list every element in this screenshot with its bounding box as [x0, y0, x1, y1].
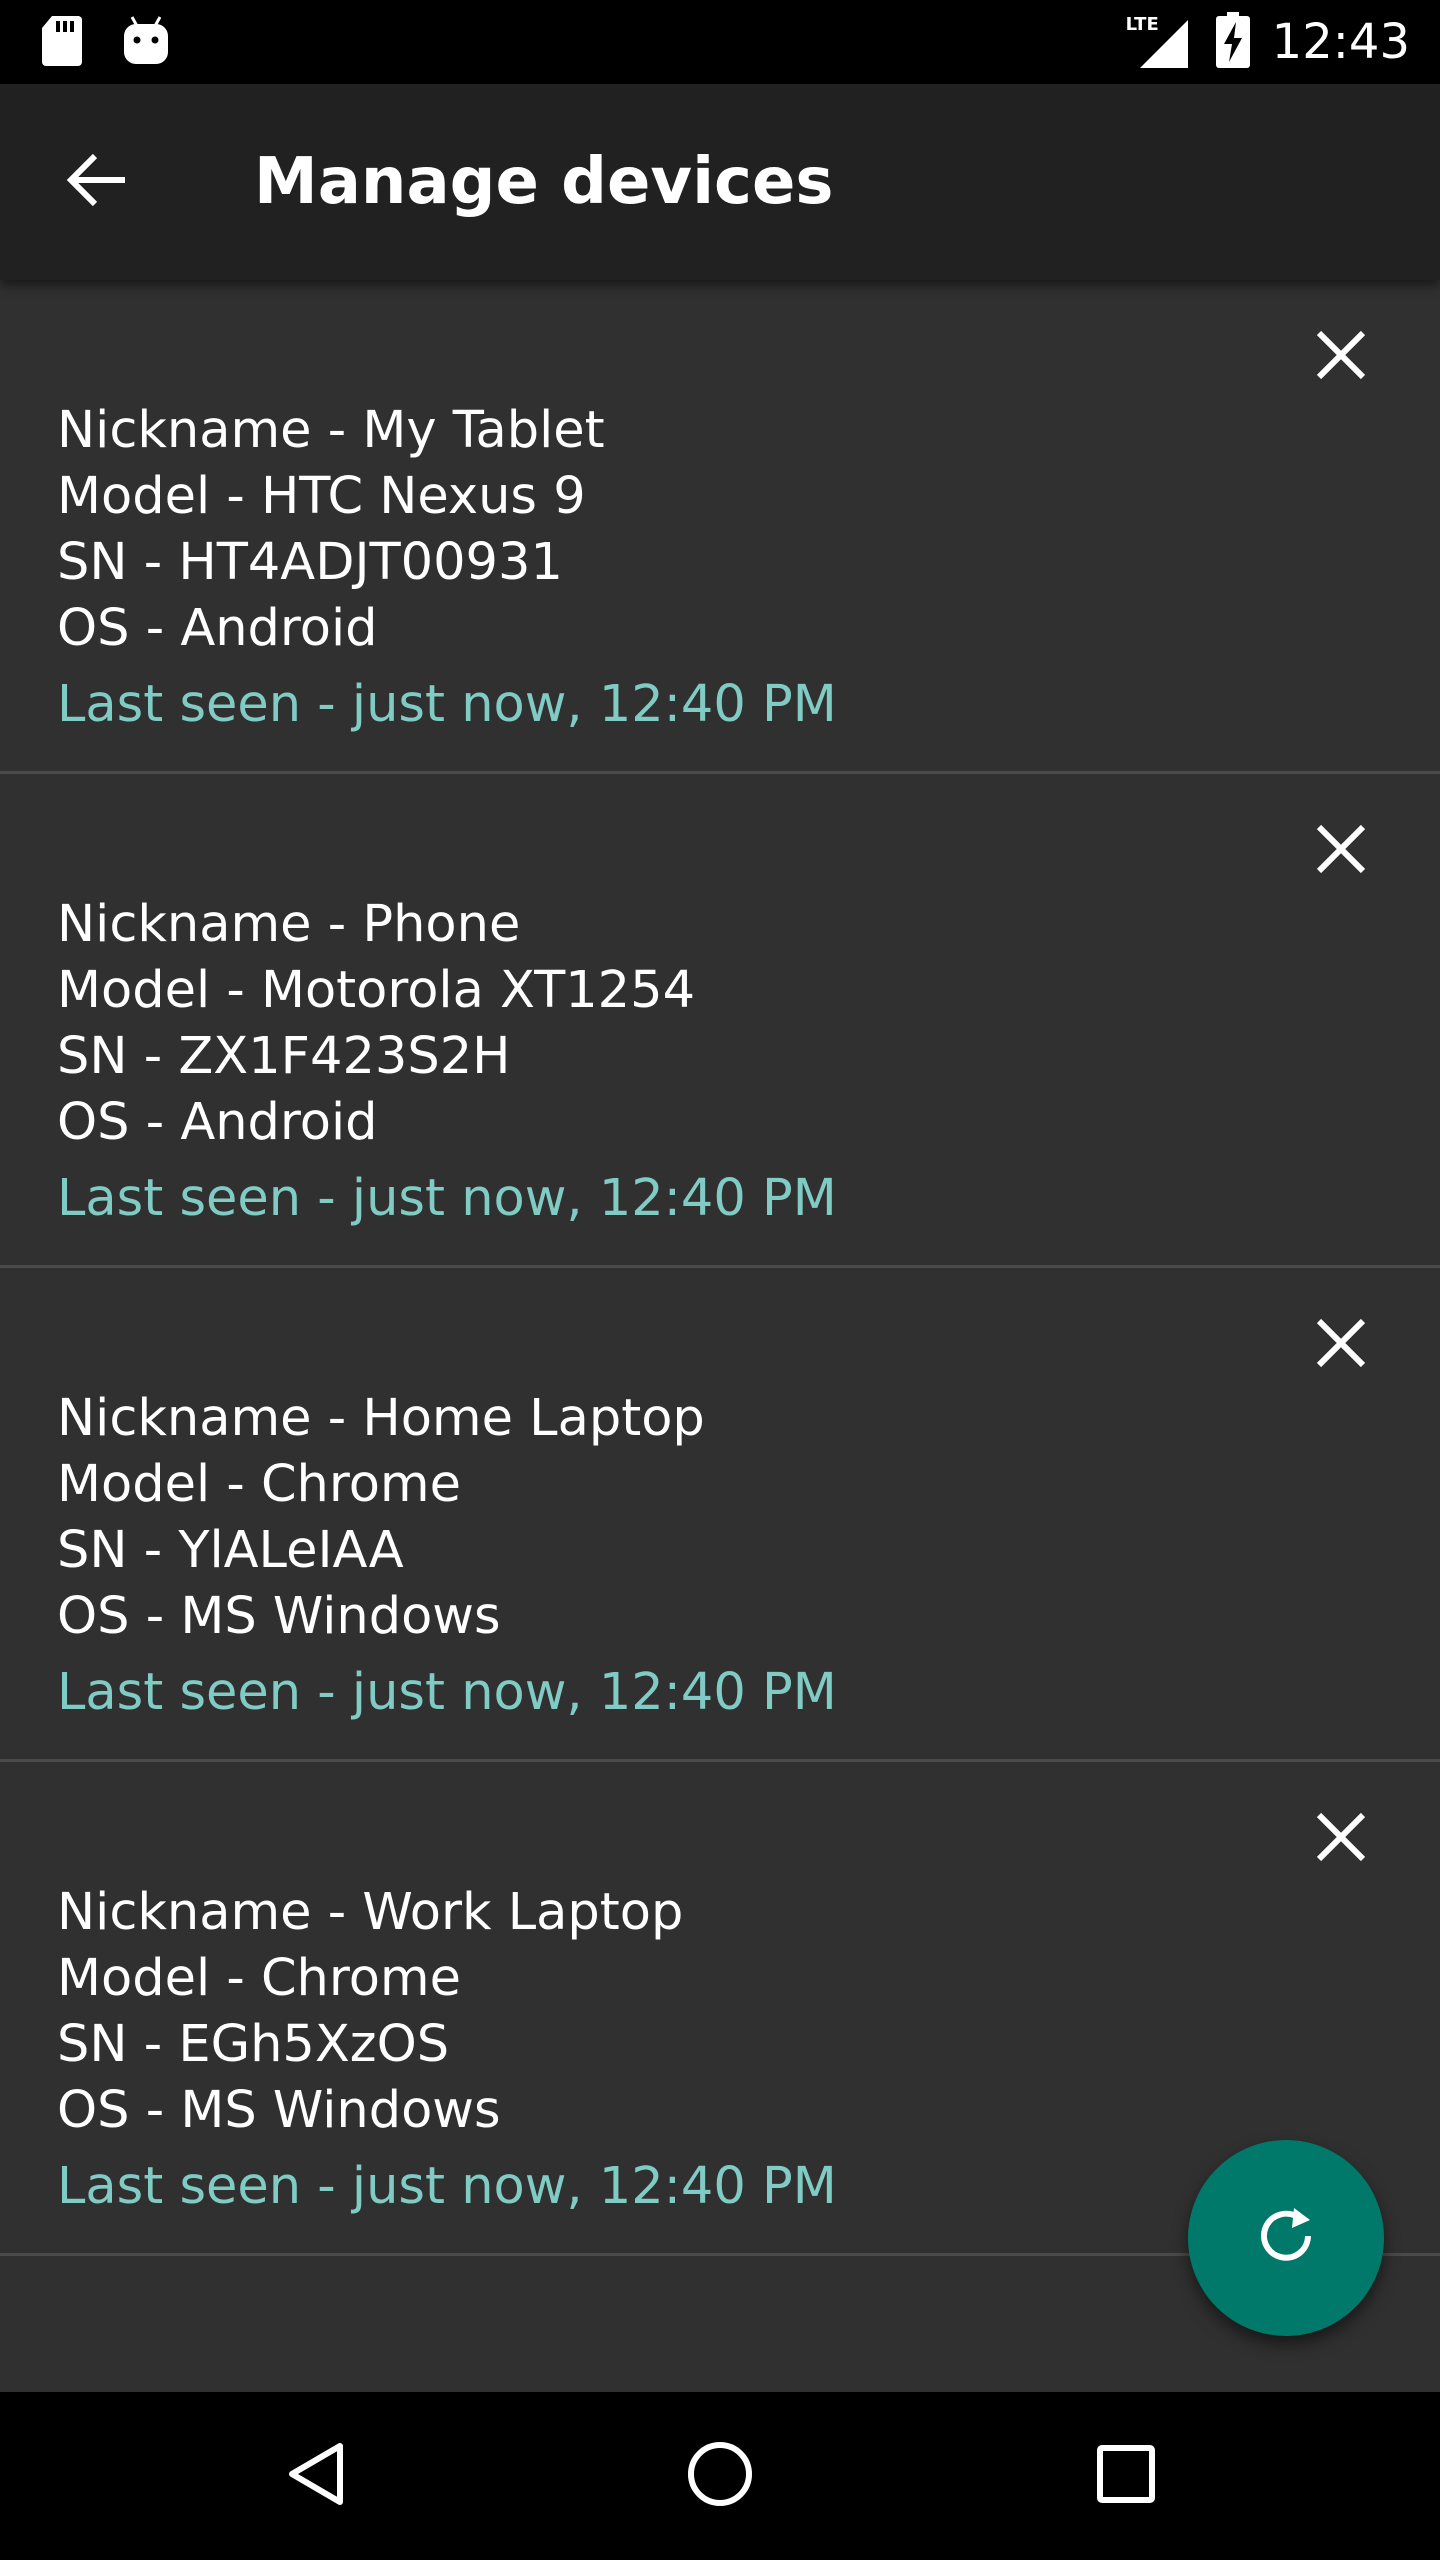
- device-card: Nickname - Phone Model - Motorola XT1254…: [0, 774, 1440, 1268]
- device-card: Nickname - Home Laptop Model - Chrome SN…: [0, 1268, 1440, 1762]
- close-icon: [1315, 823, 1367, 879]
- device-os: OS - Android: [57, 599, 378, 658]
- device-nickname: Nickname - Phone: [57, 895, 521, 954]
- device-last-seen: Last seen - just now, 12:40 PM: [57, 1169, 837, 1228]
- device-serial: SN - ZX1F423S2H: [57, 1027, 511, 1086]
- status-bar: LTE 12:43: [0, 0, 1440, 84]
- back-triangle-icon: [286, 2440, 346, 2512]
- battery-charging-icon: [1215, 12, 1250, 72]
- device-last-seen: Last seen - just now, 12:40 PM: [57, 2157, 837, 2216]
- nav-recents-button[interactable]: [1042, 2392, 1210, 2560]
- close-icon: [1315, 1317, 1367, 1373]
- nav-back-button[interactable]: [232, 2392, 400, 2560]
- close-icon: [1315, 329, 1367, 385]
- device-os: OS - MS Windows: [57, 2081, 501, 2140]
- recents-square-icon: [1096, 2444, 1156, 2508]
- device-info: Nickname - My Tablet Model - HTC Nexus 9…: [57, 398, 837, 738]
- navigation-bar: [0, 2392, 1440, 2560]
- device-os: OS - Android: [57, 1093, 378, 1152]
- remove-device-button[interactable]: [1300, 1304, 1382, 1386]
- device-list: Nickname - My Tablet Model - HTC Nexus 9…: [0, 280, 1440, 2256]
- remove-device-button[interactable]: [1300, 316, 1382, 398]
- device-info: Nickname - Home Laptop Model - Chrome SN…: [57, 1386, 837, 1726]
- device-serial: SN - EGh5XzOS: [57, 2015, 450, 2074]
- device-card: Nickname - My Tablet Model - HTC Nexus 9…: [0, 280, 1440, 774]
- device-model: Model - Chrome: [57, 1455, 461, 1514]
- screen: LTE 12:43 Manage devices Nickname - My T…: [0, 0, 1440, 2560]
- device-model: Model - Chrome: [57, 1949, 461, 2008]
- device-serial: SN - YlALeIAA: [57, 1521, 404, 1580]
- status-time: 12:43: [1271, 14, 1410, 70]
- remove-device-button[interactable]: [1300, 810, 1382, 892]
- page-title: Manage devices: [254, 145, 834, 219]
- device-nickname: Nickname - My Tablet: [57, 401, 605, 460]
- device-nickname: Nickname - Home Laptop: [57, 1389, 705, 1448]
- device-model: Model - HTC Nexus 9: [57, 467, 586, 526]
- android-icon: [122, 14, 170, 72]
- device-model: Model - Motorola XT1254: [57, 961, 696, 1020]
- refresh-icon: [1254, 2204, 1318, 2272]
- back-button[interactable]: [52, 142, 142, 222]
- device-serial: SN - HT4ADJT00931: [57, 533, 563, 592]
- close-icon: [1315, 1811, 1367, 1867]
- home-circle-icon: [686, 2440, 754, 2512]
- remove-device-button[interactable]: [1300, 1798, 1382, 1880]
- device-nickname: Nickname - Work Laptop: [57, 1883, 684, 1942]
- app-bar: Manage devices: [0, 84, 1440, 280]
- refresh-button[interactable]: [1188, 2140, 1384, 2336]
- device-last-seen: Last seen - just now, 12:40 PM: [57, 675, 837, 734]
- device-last-seen: Last seen - just now, 12:40 PM: [57, 1663, 837, 1722]
- device-os: OS - MS Windows: [57, 1587, 501, 1646]
- device-info: Nickname - Work Laptop Model - Chrome SN…: [57, 1880, 837, 2220]
- status-bar-right: LTE 12:43: [1126, 0, 1410, 84]
- device-info: Nickname - Phone Model - Motorola XT1254…: [57, 892, 837, 1232]
- sd-card-icon: [40, 14, 84, 72]
- lte-signal-icon: LTE: [1126, 14, 1190, 70]
- arrow-back-icon: [65, 152, 129, 212]
- nav-home-button[interactable]: [636, 2392, 804, 2560]
